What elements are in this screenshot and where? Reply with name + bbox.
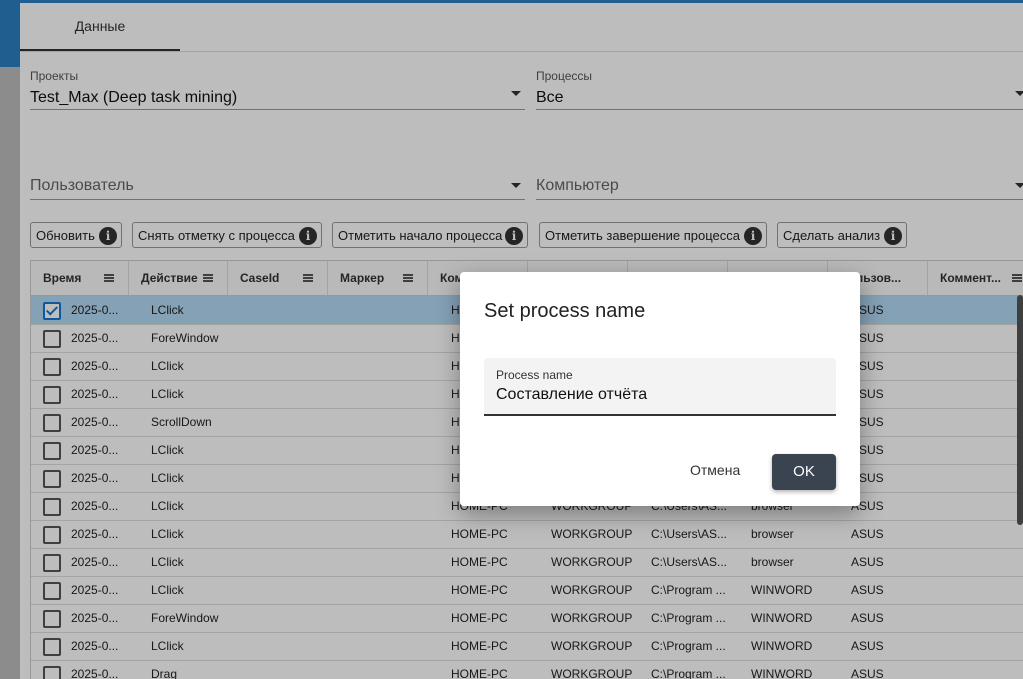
process-name-field[interactable]: Process name Составление отчёта — [484, 358, 836, 416]
process-name-input[interactable]: Составление отчёта — [496, 386, 647, 404]
set-process-name-dialog: Set process name Process name Составлени… — [460, 272, 860, 506]
cancel-button[interactable]: Отмена — [690, 462, 740, 478]
ok-button[interactable]: OK — [772, 454, 836, 490]
process-name-label: Process name — [496, 368, 573, 382]
dialog-title: Set process name — [484, 300, 646, 322]
